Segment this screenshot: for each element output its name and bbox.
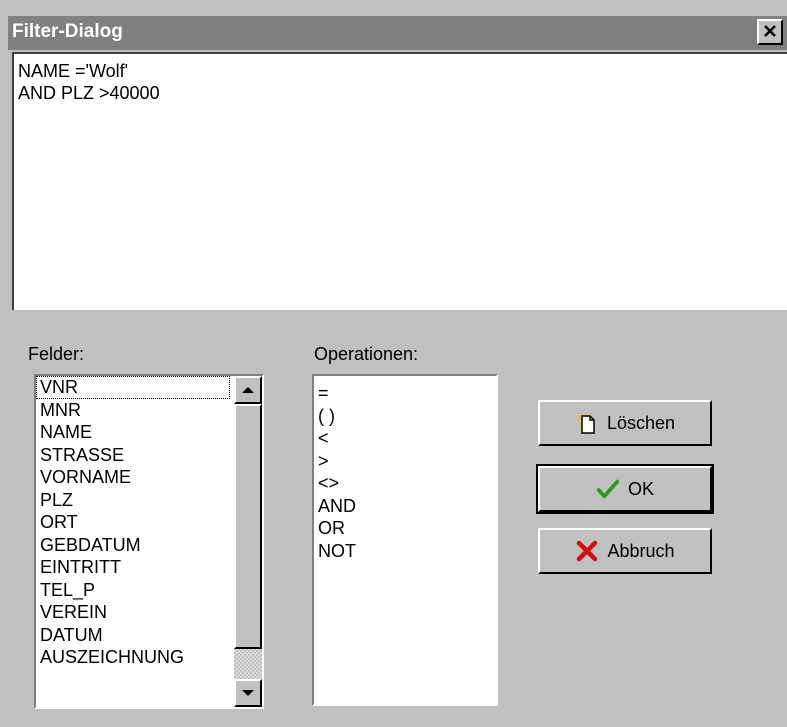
field-item-verein[interactable]: VEREIN — [36, 601, 234, 624]
field-item-vorname[interactable]: VORNAME — [36, 466, 234, 489]
field-item-name[interactable]: NAME — [36, 421, 234, 444]
controls-panel: Felder: Operationen: VNR MNR NAME STRASS… — [8, 310, 787, 727]
ok-button-label: OK — [627, 478, 654, 499]
fields-listbox[interactable]: VNR MNR NAME STRASSE VORNAME PLZ ORT GEB… — [34, 374, 264, 709]
close-button[interactable] — [757, 19, 783, 45]
clear-button[interactable]: Löschen — [538, 400, 712, 446]
filter-line: AND PLZ >40000 — [18, 83, 160, 103]
window-title: Filter-Dialog — [12, 21, 123, 42]
operation-item-parentheses[interactable]: ( ) — [314, 405, 496, 428]
field-item-gebdatum[interactable]: GEBDATUM — [36, 534, 234, 557]
scroll-down-button[interactable] — [234, 679, 262, 707]
fields-list-items: VNR MNR NAME STRASSE VORNAME PLZ ORT GEB… — [36, 376, 234, 669]
operations-label: Operationen: — [314, 344, 419, 364]
operations-listbox[interactable]: = ( ) < > <> AND OR NOT — [312, 374, 498, 706]
close-icon — [763, 21, 777, 43]
operation-item-equals[interactable]: = — [314, 382, 496, 405]
operations-list-items: = ( ) < > <> AND OR NOT — [314, 376, 496, 562]
checkmark-icon — [596, 477, 620, 501]
ok-button[interactable]: OK — [536, 464, 714, 514]
operation-item-or[interactable]: OR — [314, 517, 496, 540]
field-item-vnr[interactable]: VNR — [36, 376, 230, 399]
arrow-down-icon — [242, 690, 254, 696]
operation-item-less-than[interactable]: < — [314, 427, 496, 450]
filter-line: NAME ='Wolf' — [18, 61, 129, 81]
field-item-plz[interactable]: PLZ — [36, 489, 234, 512]
field-item-ort[interactable]: ORT — [36, 511, 234, 534]
fields-label: Felder: — [28, 344, 85, 364]
title-bar[interactable]: Filter-Dialog — [8, 16, 787, 50]
scroll-up-button[interactable] — [234, 376, 262, 404]
field-item-tel-p[interactable]: TEL_P — [36, 579, 234, 602]
operation-item-not[interactable]: NOT — [314, 540, 496, 563]
cancel-button-label: Abbruch — [607, 540, 675, 561]
filter-dialog: Filter-Dialog NAME ='Wolf' AND PLZ >4000… — [0, 0, 787, 727]
field-item-datum[interactable]: DATUM — [36, 624, 234, 647]
field-item-auszeichnung[interactable]: AUSZEICHNUNG — [36, 646, 234, 669]
new-document-icon — [575, 411, 599, 435]
scroll-thumb[interactable] — [234, 404, 262, 649]
cancel-button[interactable]: Abbruch — [538, 528, 712, 574]
operation-item-and[interactable]: AND — [314, 495, 496, 518]
operation-item-greater-than[interactable]: > — [314, 450, 496, 473]
fields-scrollbar[interactable] — [234, 376, 262, 707]
clear-button-label: Löschen — [606, 412, 676, 433]
field-item-eintritt[interactable]: EINTRITT — [36, 556, 234, 579]
field-item-mnr[interactable]: MNR — [36, 399, 234, 422]
filter-expression-textarea[interactable]: NAME ='Wolf' AND PLZ >40000 — [12, 52, 787, 310]
operation-item-not-equal[interactable]: <> — [314, 472, 496, 495]
field-item-strasse[interactable]: STRASSE — [36, 444, 234, 467]
red-x-icon — [575, 539, 599, 563]
arrow-up-icon — [242, 387, 254, 393]
